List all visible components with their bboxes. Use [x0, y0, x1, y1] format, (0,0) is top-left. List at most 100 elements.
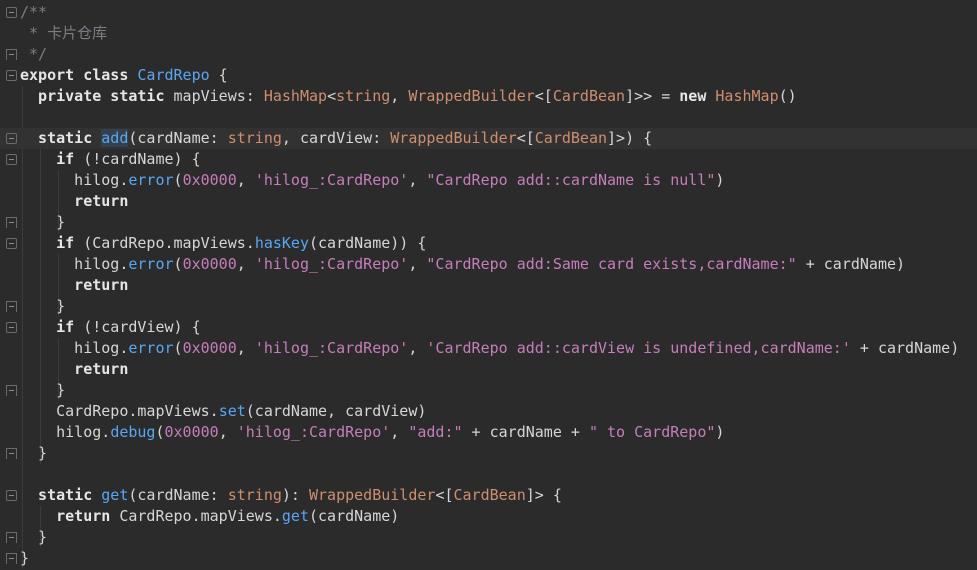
code-token: 0x0000	[164, 423, 219, 441]
code-token: (CardRepo.mapViews.	[83, 234, 255, 252]
fold-collapse-icon[interactable]	[6, 490, 17, 501]
code-token: <[	[435, 486, 454, 504]
code-line[interactable]: */	[0, 44, 977, 65]
code-token: ):	[281, 486, 309, 504]
code-token: 'CardRepo add::cardView is undefined,car…	[426, 339, 851, 357]
code-token: 'hilog_:CardRepo'	[254, 255, 409, 273]
code-token: "add:"	[408, 423, 463, 441]
fold-end-icon[interactable]	[6, 217, 17, 228]
code-token: <[	[516, 129, 535, 147]
code-token: string	[227, 486, 282, 504]
code-line[interactable]: return	[0, 275, 977, 296]
code-token: CardRepo.mapViews.	[119, 507, 282, 525]
code-token: )	[715, 171, 725, 189]
code-token: ,	[390, 423, 409, 441]
fold-collapse-icon[interactable]	[6, 7, 17, 18]
code-token: <[	[534, 87, 553, 105]
code-token: CardBean	[453, 486, 526, 504]
code-line[interactable]: static get(cardName: string): WrappedBui…	[0, 485, 977, 506]
code-token: private static	[20, 87, 174, 105]
code-token: 0x0000	[182, 171, 237, 189]
code-token: ,	[408, 255, 427, 273]
code-line[interactable]: }	[0, 527, 977, 548]
code-token: return	[20, 192, 129, 210]
code-line[interactable]: hilog.debug(0x0000, 'hilog_:CardRepo', "…	[0, 422, 977, 443]
code-token: , cardView:	[281, 129, 391, 147]
code-token: "CardRepo add::cardName is null"	[426, 171, 716, 189]
code-token: /**	[20, 3, 48, 21]
code-token: ,	[218, 423, 237, 441]
code-line[interactable]: return	[0, 359, 977, 380]
code-line[interactable]: /**	[0, 2, 977, 23]
code-token: ,	[390, 87, 409, 105]
code-line[interactable]: hilog.error(0x0000, 'hilog_:CardRepo', '…	[0, 338, 977, 359]
fold-end-icon[interactable]	[6, 553, 17, 564]
code-line[interactable]: CardRepo.mapViews.set(cardName, cardView…	[0, 401, 977, 422]
code-line[interactable]: }	[0, 380, 977, 401]
code-token: (cardName:	[128, 486, 228, 504]
fold-collapse-icon[interactable]	[6, 154, 17, 165]
fold-end-icon[interactable]	[6, 385, 17, 396]
code-line[interactable]: }	[0, 296, 977, 317]
fold-collapse-icon[interactable]	[6, 322, 17, 333]
code-token: return	[20, 507, 120, 525]
fold-end-icon[interactable]	[6, 448, 17, 459]
code-token: string	[336, 87, 391, 105]
code-token: static	[20, 129, 102, 147]
code-token: WrappedBuilder	[390, 129, 517, 147]
code-token: debug	[110, 423, 156, 441]
code-line[interactable]: }	[0, 212, 977, 233]
code-token: (	[173, 255, 183, 273]
code-token: hilog.	[20, 339, 129, 357]
code-token: get	[101, 486, 129, 504]
code-token: return	[20, 276, 129, 294]
code-line[interactable]: }	[0, 443, 977, 464]
code-line[interactable]: hilog.error(0x0000, 'hilog_:CardRepo', "…	[0, 170, 977, 191]
fold-collapse-icon[interactable]	[6, 133, 17, 144]
code-token: set	[218, 402, 246, 420]
code-line[interactable]: if (!cardView) {	[0, 317, 977, 338]
code-line[interactable]: if (CardRepo.mapViews.hasKey(cardName)) …	[0, 233, 977, 254]
code-token: (cardName:	[128, 129, 228, 147]
fold-collapse-icon[interactable]	[6, 238, 17, 249]
code-token: export class	[20, 66, 138, 84]
code-token: " to CardRepo"	[588, 423, 716, 441]
code-line[interactable]: * 卡片仓库	[0, 23, 977, 44]
fold-collapse-icon[interactable]	[6, 70, 17, 81]
code-line[interactable]: return	[0, 191, 977, 212]
code-token: }	[20, 297, 66, 315]
code-token: + cardName)	[850, 339, 960, 357]
code-token: HashMap	[715, 87, 779, 105]
code-token: 'hilog_:CardRepo'	[254, 171, 409, 189]
code-token: ]>) {	[607, 129, 653, 147]
code-token: + cardName +	[462, 423, 589, 441]
fold-end-icon[interactable]	[6, 49, 17, 60]
fold-end-icon[interactable]	[6, 301, 17, 312]
code-token: (!cardView) {	[83, 318, 201, 336]
code-token: (	[173, 339, 183, 357]
code-token: WrappedBuilder	[309, 486, 436, 504]
code-token: if	[20, 234, 84, 252]
code-token: add	[101, 129, 129, 147]
code-line[interactable]: static add(cardName: string, cardView: W…	[0, 128, 977, 149]
code-token: (	[173, 171, 183, 189]
code-token: hilog.	[20, 423, 111, 441]
code-line[interactable]: private static mapViews: HashMap<string,…	[0, 86, 977, 107]
code-line[interactable]: hilog.error(0x0000, 'hilog_:CardRepo', "…	[0, 254, 977, 275]
code-editor[interactable]: /** * 卡片仓库 */ export class CardRepo { pri…	[0, 0, 977, 570]
code-token: static	[20, 486, 102, 504]
code-token: }	[20, 381, 66, 399]
code-token: + cardName)	[796, 255, 906, 273]
code-line[interactable]: export class CardRepo {	[0, 65, 977, 86]
code-line[interactable]	[0, 107, 977, 128]
fold-end-icon[interactable]	[6, 532, 17, 543]
code-token: CardBean	[534, 129, 608, 147]
code-line[interactable]: if (!cardName) {	[0, 149, 977, 170]
code-line[interactable]	[0, 464, 977, 485]
code-line[interactable]: return CardRepo.mapViews.get(cardName)	[0, 506, 977, 527]
code-token: (cardName, cardView)	[245, 402, 427, 420]
code-token: if	[20, 150, 84, 168]
code-token: ,	[236, 255, 255, 273]
code-line[interactable]: }	[0, 548, 977, 569]
code-token: CardRepo	[137, 66, 210, 84]
